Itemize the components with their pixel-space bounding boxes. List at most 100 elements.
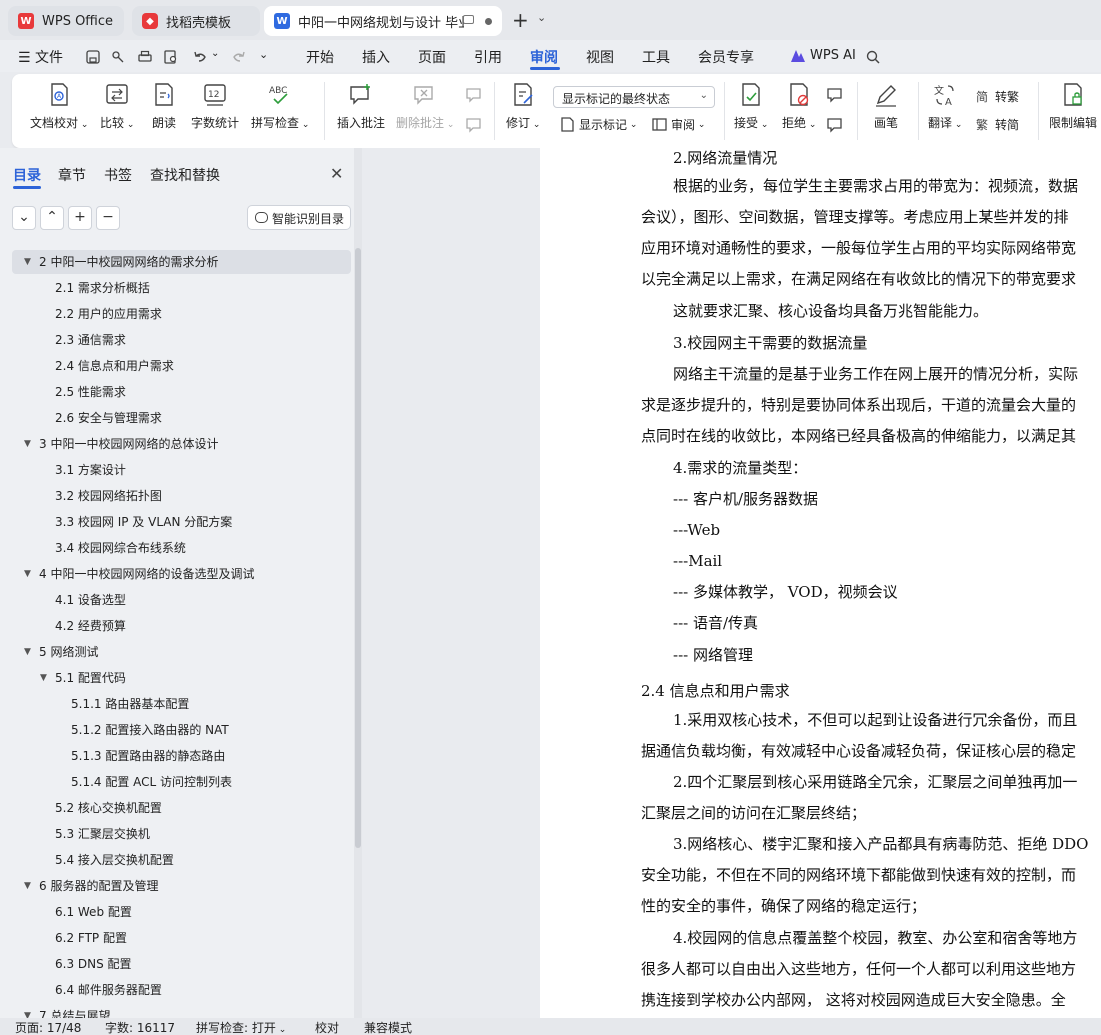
menu-view[interactable]: 视图 xyxy=(586,47,614,67)
toc-item[interactable]: 5.1.4 配置 ACL 访问控制列表 xyxy=(12,770,351,794)
toc-item[interactable]: 3.4 校园网综合布线系统 xyxy=(12,536,351,560)
toc-item[interactable]: 2.1 需求分析概括 xyxy=(12,276,351,300)
scrollbar-thumb[interactable] xyxy=(355,248,361,848)
undo-icon[interactable] xyxy=(193,50,207,64)
word-count-button[interactable]: 12 字数统计 xyxy=(191,82,239,131)
pane-tab-find-replace[interactable]: 查找和替换 xyxy=(150,165,220,185)
toc-item[interactable]: ▼ 3 中阳一中校园网网络的总体设计 xyxy=(12,432,351,456)
add-heading-button[interactable]: + xyxy=(68,206,92,230)
menu-wps-ai[interactable]: WPS AI xyxy=(810,48,856,63)
document-page[interactable]: 2.网络流量情况 根据的业务，每位学生主要需求占用的带宽为：视频流，数据 会议），图… xyxy=(540,148,1101,1018)
restrict-edit-button[interactable]: 限制编辑 xyxy=(1049,82,1097,131)
toc-item[interactable]: 2.2 用户的应用需求 xyxy=(12,302,351,326)
toc-item[interactable]: ▼ 2 中阳一中校园网网络的需求分析 xyxy=(12,250,351,274)
word-count-indicator[interactable]: 字数: 16117 xyxy=(105,1019,175,1035)
menu-member[interactable]: 会员专享 xyxy=(698,47,754,67)
review-pane-button[interactable]: 审阅 ⌄ xyxy=(652,116,705,133)
toc-item[interactable]: 5.2 核心交换机配置 xyxy=(12,796,351,820)
toc-item[interactable]: 6.1 Web 配置 xyxy=(12,900,351,924)
insert-comment-button[interactable]: 插入批注 xyxy=(337,82,385,131)
expand-triangle-icon[interactable]: ▼ xyxy=(24,562,31,586)
pane-tab-sections[interactable]: 章节 xyxy=(58,165,86,185)
share-icon[interactable] xyxy=(111,50,125,64)
tab-wps-office[interactable]: W WPS Office xyxy=(8,6,124,36)
pen-button[interactable]: 画笔 xyxy=(873,82,899,131)
monitor-icon[interactable] xyxy=(463,15,474,24)
to-simplified-button[interactable]: 繁 转简 xyxy=(976,116,1019,133)
next-change-icon[interactable] xyxy=(826,116,844,134)
close-icon[interactable]: ✕ xyxy=(330,164,343,183)
toc-item[interactable]: ▼ 6 服务器的配置及管理 xyxy=(12,874,351,898)
pane-tab-toc[interactable]: 目录 xyxy=(13,165,41,185)
spell-check-status[interactable]: 拼写检查: 打开 ⌄ xyxy=(196,1019,286,1035)
delete-comment-button[interactable]: 删除批注 ⌄ xyxy=(396,82,454,131)
toc-item[interactable]: ▼ 5 网络测试 xyxy=(12,640,351,664)
read-aloud-button[interactable]: 朗读 xyxy=(151,82,177,131)
search-icon[interactable] xyxy=(866,50,880,64)
next-comment-icon[interactable] xyxy=(465,116,483,134)
expand-triangle-icon[interactable]: ▼ xyxy=(24,250,31,274)
previous-comment-icon[interactable] xyxy=(465,86,483,104)
more-chevron-icon[interactable]: ⌄ xyxy=(259,48,268,61)
reject-button[interactable]: 拒绝 ⌄ xyxy=(782,82,816,131)
accept-button[interactable]: 接受 ⌄ xyxy=(734,82,768,131)
expand-triangle-icon[interactable]: ▼ xyxy=(40,666,47,690)
proofread-status[interactable]: 校对 xyxy=(315,1019,339,1035)
toc-item[interactable]: 3.2 校园网络拓扑图 xyxy=(12,484,351,508)
chevron-down-icon[interactable]: ⌄ xyxy=(537,11,546,24)
toc-item[interactable]: 5.4 接入层交换机配置 xyxy=(12,848,351,872)
show-markup-button[interactable]: 显示标记 ⌄ xyxy=(560,116,637,133)
expand-triangle-icon[interactable]: ▼ xyxy=(24,640,31,664)
revise-button[interactable]: 修订 ⌄ xyxy=(506,82,540,131)
toc-item[interactable]: ▼ 4 中阳一中校园网网络的设备选型及调试 xyxy=(12,562,351,586)
toc-item[interactable]: 2.4 信息点和用户需求 xyxy=(12,354,351,378)
menu-home[interactable]: 开始 xyxy=(306,47,334,67)
toc-item[interactable]: 2.5 性能需求 xyxy=(12,380,351,404)
toc-item[interactable]: 6.2 FTP 配置 xyxy=(12,926,351,950)
expand-triangle-icon[interactable]: ▼ xyxy=(24,874,31,898)
menu-tools[interactable]: 工具 xyxy=(642,47,670,67)
pane-tab-bookmarks[interactable]: 书签 xyxy=(104,165,132,185)
translate-button[interactable]: 文A 翻译 ⌄ xyxy=(928,82,962,131)
remove-heading-button[interactable]: − xyxy=(96,206,120,230)
new-tab-button[interactable]: + xyxy=(512,9,529,31)
toc-item[interactable]: 6.3 DNS 配置 xyxy=(12,952,351,976)
toc-item[interactable]: 2.3 通信需求 xyxy=(12,328,351,352)
page-indicator[interactable]: 页面: 17/48 xyxy=(15,1019,81,1035)
compare-button[interactable]: 比较 ⌄ xyxy=(100,82,134,131)
redo-icon[interactable] xyxy=(232,50,246,64)
expand-triangle-icon[interactable]: ▼ xyxy=(24,432,31,456)
toc-item[interactable]: 3.1 方案设计 xyxy=(12,458,351,482)
collapse-up-button[interactable]: ⌃ xyxy=(40,206,64,230)
menu-page[interactable]: 页面 xyxy=(418,47,446,67)
unsaved-dot-icon[interactable] xyxy=(485,18,492,25)
pane-scrollbar[interactable] xyxy=(354,148,362,1018)
doc-check-button[interactable]: A 文档校对 ⌄ xyxy=(30,82,88,131)
menu-review[interactable]: 审阅 xyxy=(530,47,558,67)
spell-check-button[interactable]: ABC 拼写检查 ⌄ xyxy=(251,82,309,131)
undo-dropdown-icon[interactable]: ⌄ xyxy=(211,48,219,59)
markup-state-select[interactable]: 显示标记的最终状态 ⌄ xyxy=(553,86,715,108)
toc-item[interactable]: 4.1 设备选型 xyxy=(12,588,351,612)
toc-item[interactable]: 2.6 安全与管理需求 xyxy=(12,406,351,430)
tab-document[interactable]: W 中阳一中网络规划与设计 毕业 xyxy=(264,6,502,36)
toc-item[interactable]: 4.2 经费预算 xyxy=(12,614,351,638)
menu-insert[interactable]: 插入 xyxy=(362,47,390,67)
smart-toc-button[interactable]: 智能识别目录 xyxy=(247,205,351,230)
toc-item[interactable]: ▼ 5.1 配置代码 xyxy=(12,666,351,690)
toc-item[interactable]: 3.3 校园网 IP 及 VLAN 分配方案 xyxy=(12,510,351,534)
print-preview-icon[interactable] xyxy=(164,50,178,64)
save-icon[interactable] xyxy=(86,50,100,64)
tab-docer-templates[interactable]: ◆ 找稻壳模板 xyxy=(132,6,260,36)
print-icon[interactable] xyxy=(138,50,152,64)
toc-item[interactable]: 5.1.1 路由器基本配置 xyxy=(12,692,351,716)
expand-down-button[interactable]: ⌄ xyxy=(12,206,36,230)
menu-references[interactable]: 引用 xyxy=(474,47,502,67)
toc-item[interactable]: 5.1.2 配置接入路由器的 NAT xyxy=(12,718,351,742)
to-traditional-button[interactable]: 简 转繁 xyxy=(976,88,1019,105)
expand-triangle-icon[interactable]: ▼ xyxy=(24,1004,31,1018)
previous-change-icon[interactable] xyxy=(826,86,844,104)
file-menu[interactable]: ☰ 文件 xyxy=(18,47,63,67)
toc-item[interactable]: 6.4 邮件服务器配置 xyxy=(12,978,351,1002)
toc-item[interactable]: ▼ 7 总结与展望 xyxy=(12,1004,351,1018)
